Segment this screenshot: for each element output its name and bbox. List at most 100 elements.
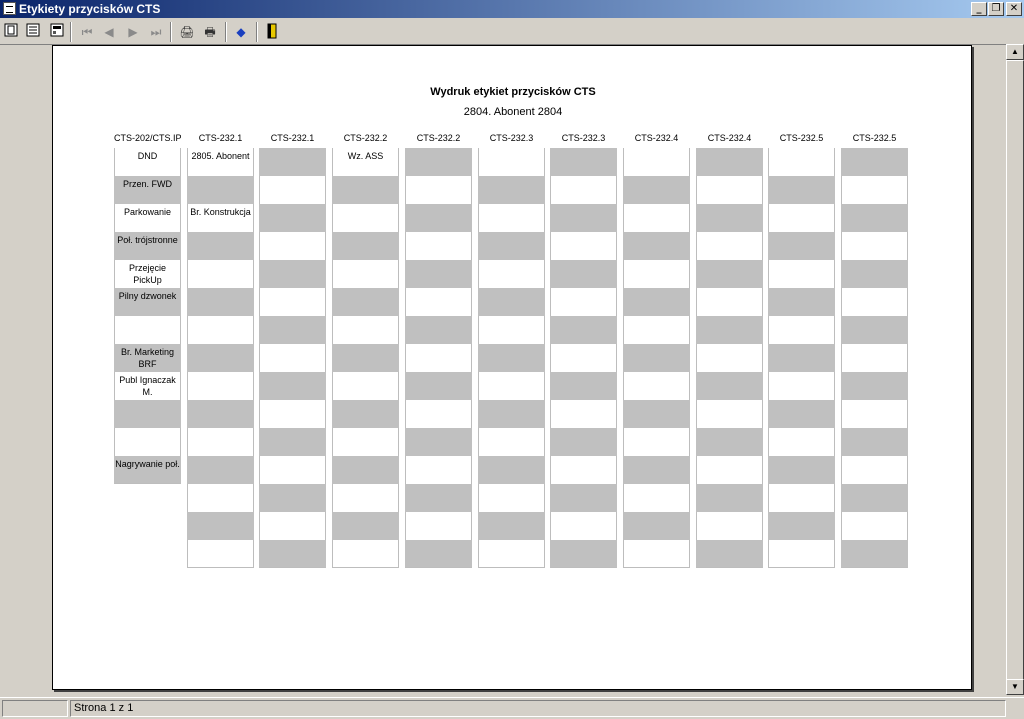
label-cell [841,232,908,260]
label-cell [187,372,254,400]
label-cell [332,512,399,540]
label-cell: Parkowanie [114,204,181,232]
label-cell [332,540,399,568]
label-cell [696,372,763,400]
label-cell [696,288,763,316]
label-cell [405,372,472,400]
label-cell [405,456,472,484]
label-column: CTS-232.1 [259,132,326,568]
next-page-icon[interactable]: ▶ [124,23,142,41]
label-cell: Wz. ASS [332,148,399,176]
label-cell [259,400,326,428]
label-cell [623,428,690,456]
toolbar-separator [70,22,72,42]
single-page-icon[interactable] [2,23,20,41]
label-cell [696,148,763,176]
label-cell [187,260,254,288]
label-column: CTS-232.2 Wz. ASS [332,132,399,568]
multi-page-icon[interactable] [24,23,42,41]
label-cell [405,204,472,232]
label-cell [768,540,835,568]
label-cell [187,316,254,344]
print-icon[interactable]: 🖶 [201,23,219,41]
label-cell [478,260,545,288]
label-cell [478,148,545,176]
label-cell: Br. Marketing BRF [114,344,181,372]
column-header: CTS-232.3 [561,133,606,143]
label-cell [332,484,399,512]
label-cell [550,344,617,372]
label-cell [768,176,835,204]
label-cell [841,512,908,540]
label-cell [187,456,254,484]
label-cell [405,316,472,344]
exit-door-icon[interactable] [263,23,281,41]
column-header: CTS-232.2 [416,133,461,143]
label-cell [550,260,617,288]
restore-button[interactable]: ❐ [988,2,1004,16]
report-subtitle: 2804. Abonent 2804 [463,106,563,118]
label-cell [478,232,545,260]
label-cell [696,344,763,372]
label-cell [623,456,690,484]
scroll-up-button[interactable]: ▲ [1006,44,1024,60]
minimize-button[interactable]: _ [971,2,987,16]
label-cell [768,288,835,316]
label-cell [768,400,835,428]
label-cell [187,512,254,540]
vertical-scrollbar[interactable]: ▲ ▼ [1006,44,1024,695]
label-cell [259,344,326,372]
label-cell [405,428,472,456]
last-page-icon[interactable]: ⏭ [147,23,165,41]
label-cell [696,176,763,204]
label-cell [841,288,908,316]
label-cell [405,176,472,204]
label-cell [768,148,835,176]
label-cell [332,316,399,344]
label-column: CTS-232.1 2805. Abonent Br. Konstrukcja [187,132,254,568]
label-cell [623,344,690,372]
first-page-icon[interactable]: ⏮ [78,23,96,41]
label-cell: Br. Konstrukcja [187,204,254,232]
label-cell [841,428,908,456]
app-icon[interactable] [3,2,16,15]
label-cell [550,232,617,260]
scroll-down-button[interactable]: ▼ [1006,679,1024,695]
label-cell [478,512,545,540]
page-setup-icon[interactable] [48,23,66,41]
toolbar-separator [256,22,258,42]
label-cell [332,428,399,456]
label-cell: Publ Ignaczak M. [114,372,181,400]
print-setup-icon[interactable]: 🖨 [178,23,196,41]
label-column: CTS-232.4 [623,132,690,568]
export-icon[interactable]: ◆ [232,23,250,41]
scroll-thumb[interactable] [1006,60,1024,680]
label-cell [623,204,690,232]
label-cell [623,316,690,344]
label-cell [114,428,181,456]
label-cell [187,176,254,204]
label-cell [259,176,326,204]
status-page-indicator: Strona 1 z 1 [70,700,1006,717]
label-cell [405,540,472,568]
previous-page-icon[interactable]: ◀ [100,23,118,41]
label-cell [550,400,617,428]
label-cell [332,232,399,260]
label-column: CTS-232.3 [478,132,545,568]
label-cell [841,400,908,428]
label-cell [696,204,763,232]
label-cell [550,428,617,456]
close-button[interactable]: ✕ [1006,2,1022,16]
label-cell [841,176,908,204]
label-cell [841,344,908,372]
label-cell [841,316,908,344]
label-cell [332,204,399,232]
label-cell [478,372,545,400]
label-cell [696,456,763,484]
label-cell [332,400,399,428]
label-cell [550,288,617,316]
label-cell [405,260,472,288]
label-cell [696,428,763,456]
label-cell [841,372,908,400]
label-cell [259,372,326,400]
